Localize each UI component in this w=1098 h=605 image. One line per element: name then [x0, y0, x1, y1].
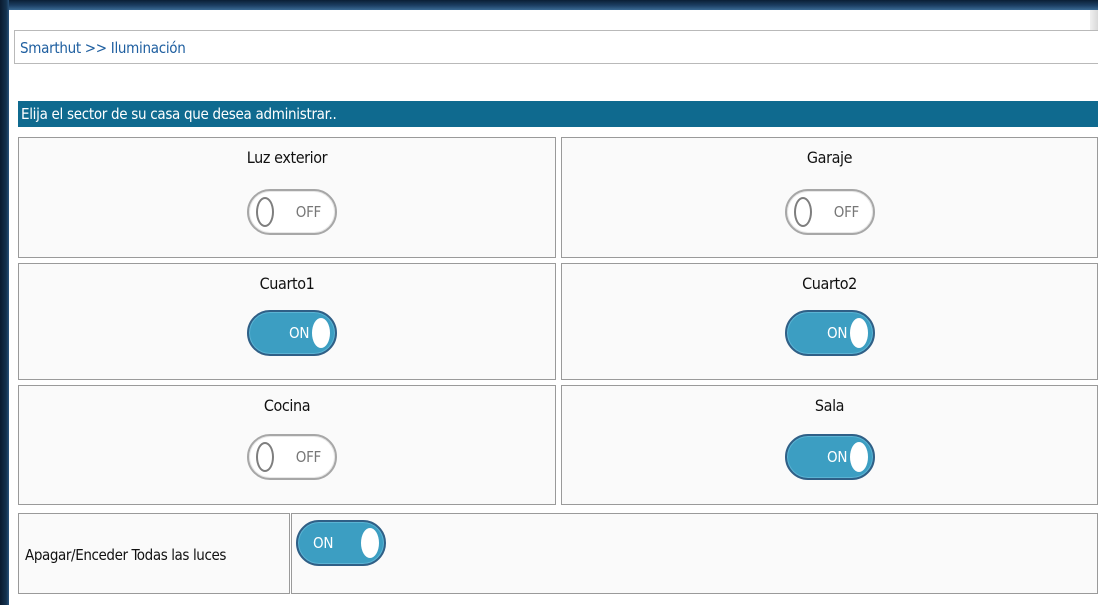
- toggle-sala[interactable]: ON: [785, 434, 875, 480]
- sector-label: Cuarto1: [259, 274, 315, 293]
- toggle-state: ON: [289, 324, 310, 342]
- toggle-luz-exterior[interactable]: OFF: [247, 189, 337, 235]
- sector-label: Garaje: [806, 148, 853, 167]
- toggle-garaje[interactable]: OFF: [785, 189, 875, 235]
- toggle-knob: [850, 442, 868, 472]
- sector-label: Luz exterior: [246, 148, 328, 167]
- toggle-knob: [256, 197, 274, 227]
- sector-label: Cuarto2: [802, 274, 857, 293]
- master-toggle-cell: ON: [291, 513, 1098, 594]
- master-label: Apagar/Enceder Todas las luces: [25, 546, 227, 564]
- window-frame-top: [0, 0, 1098, 10]
- toggle-knob: [312, 318, 330, 348]
- toggle-state: ON: [313, 534, 334, 552]
- toggle-state: OFF: [295, 203, 322, 221]
- section-header: Elija el sector de su casa que desea adm…: [18, 101, 1098, 127]
- breadcrumb-bar: Smarthut >> Iluminación: [14, 30, 1098, 64]
- toggle-cuarto2[interactable]: ON: [785, 310, 875, 356]
- toggle-cuarto1[interactable]: ON: [247, 310, 337, 356]
- toggle-state: OFF: [295, 448, 322, 466]
- toggle-state: ON: [827, 448, 848, 466]
- sector-cell-cuarto2: Cuarto2 ON: [561, 263, 1098, 380]
- sector-cell-cocina: Cocina OFF: [18, 385, 556, 505]
- master-label-cell: Apagar/Enceder Todas las luces: [18, 513, 290, 594]
- sector-label: Sala: [814, 396, 845, 415]
- toggle-state: OFF: [833, 203, 860, 221]
- toggle-knob: [256, 442, 274, 472]
- breadcrumb[interactable]: Smarthut >> Iluminación: [20, 39, 186, 57]
- sector-cell-cuarto1: Cuarto1 ON: [18, 263, 556, 380]
- sector-cell-garaje: Garaje OFF: [561, 137, 1098, 258]
- toggle-knob: [850, 318, 868, 348]
- toggle-cocina[interactable]: OFF: [247, 434, 337, 480]
- toggle-knob: [361, 528, 379, 558]
- sector-cell-luz-exterior: Luz exterior OFF: [18, 137, 556, 258]
- page-content: Smarthut >> Iluminación Elija el sector …: [14, 30, 1098, 605]
- master-toggle[interactable]: ON: [296, 520, 386, 566]
- toggle-knob: [794, 197, 812, 227]
- sector-cell-sala: Sala ON: [561, 385, 1098, 505]
- window-frame-left: [0, 0, 9, 605]
- toggle-state: ON: [827, 324, 848, 342]
- sector-label: Cocina: [263, 396, 311, 415]
